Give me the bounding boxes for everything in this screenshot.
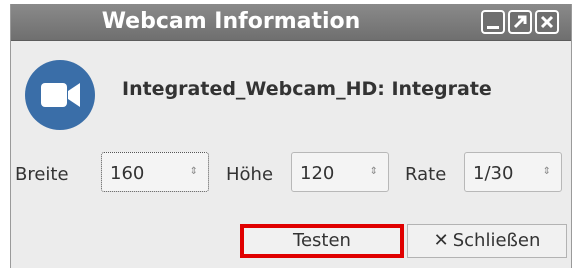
webcam-information-window: Webcam Information Integrated_Webcam_HD:…	[10, 4, 572, 268]
breite-label: Breite	[15, 164, 69, 185]
spin-arrows-icon[interactable]: ⇕	[190, 166, 198, 177]
close-icon	[540, 15, 554, 29]
camera-icon	[25, 60, 95, 130]
maximize-icon	[513, 15, 527, 29]
breite-value: 160	[110, 163, 145, 184]
rate-label: Rate	[405, 164, 447, 185]
hoehe-value: 120	[300, 163, 335, 184]
close-window-button[interactable]	[535, 10, 559, 34]
close-icon: ✕	[433, 230, 449, 251]
device-name: Integrated_Webcam_HD: Integrate	[122, 78, 492, 100]
test-button[interactable]: Testen	[240, 224, 404, 258]
close-button-label: Schließen	[452, 230, 541, 251]
title-bar[interactable]: Webcam Information	[11, 4, 571, 41]
spin-arrows-icon[interactable]: ⇕	[543, 166, 551, 177]
rate-spinbox[interactable]: 1/30 ⇕	[464, 152, 562, 192]
rate-value: 1/30	[473, 163, 514, 184]
hoehe-label: Höhe	[226, 164, 274, 185]
close-button[interactable]: ✕ Schließen	[407, 224, 567, 258]
minimize-button[interactable]	[481, 10, 505, 34]
minimize-icon	[487, 26, 499, 29]
test-button-label: Testen	[293, 230, 351, 251]
window-title: Webcam Information	[101, 9, 361, 34]
breite-spinbox[interactable]: 160 ⇕	[101, 152, 209, 192]
spin-arrows-icon[interactable]: ⇕	[370, 166, 378, 177]
hoehe-spinbox[interactable]: 120 ⇕	[291, 152, 389, 192]
maximize-button[interactable]	[508, 10, 532, 34]
